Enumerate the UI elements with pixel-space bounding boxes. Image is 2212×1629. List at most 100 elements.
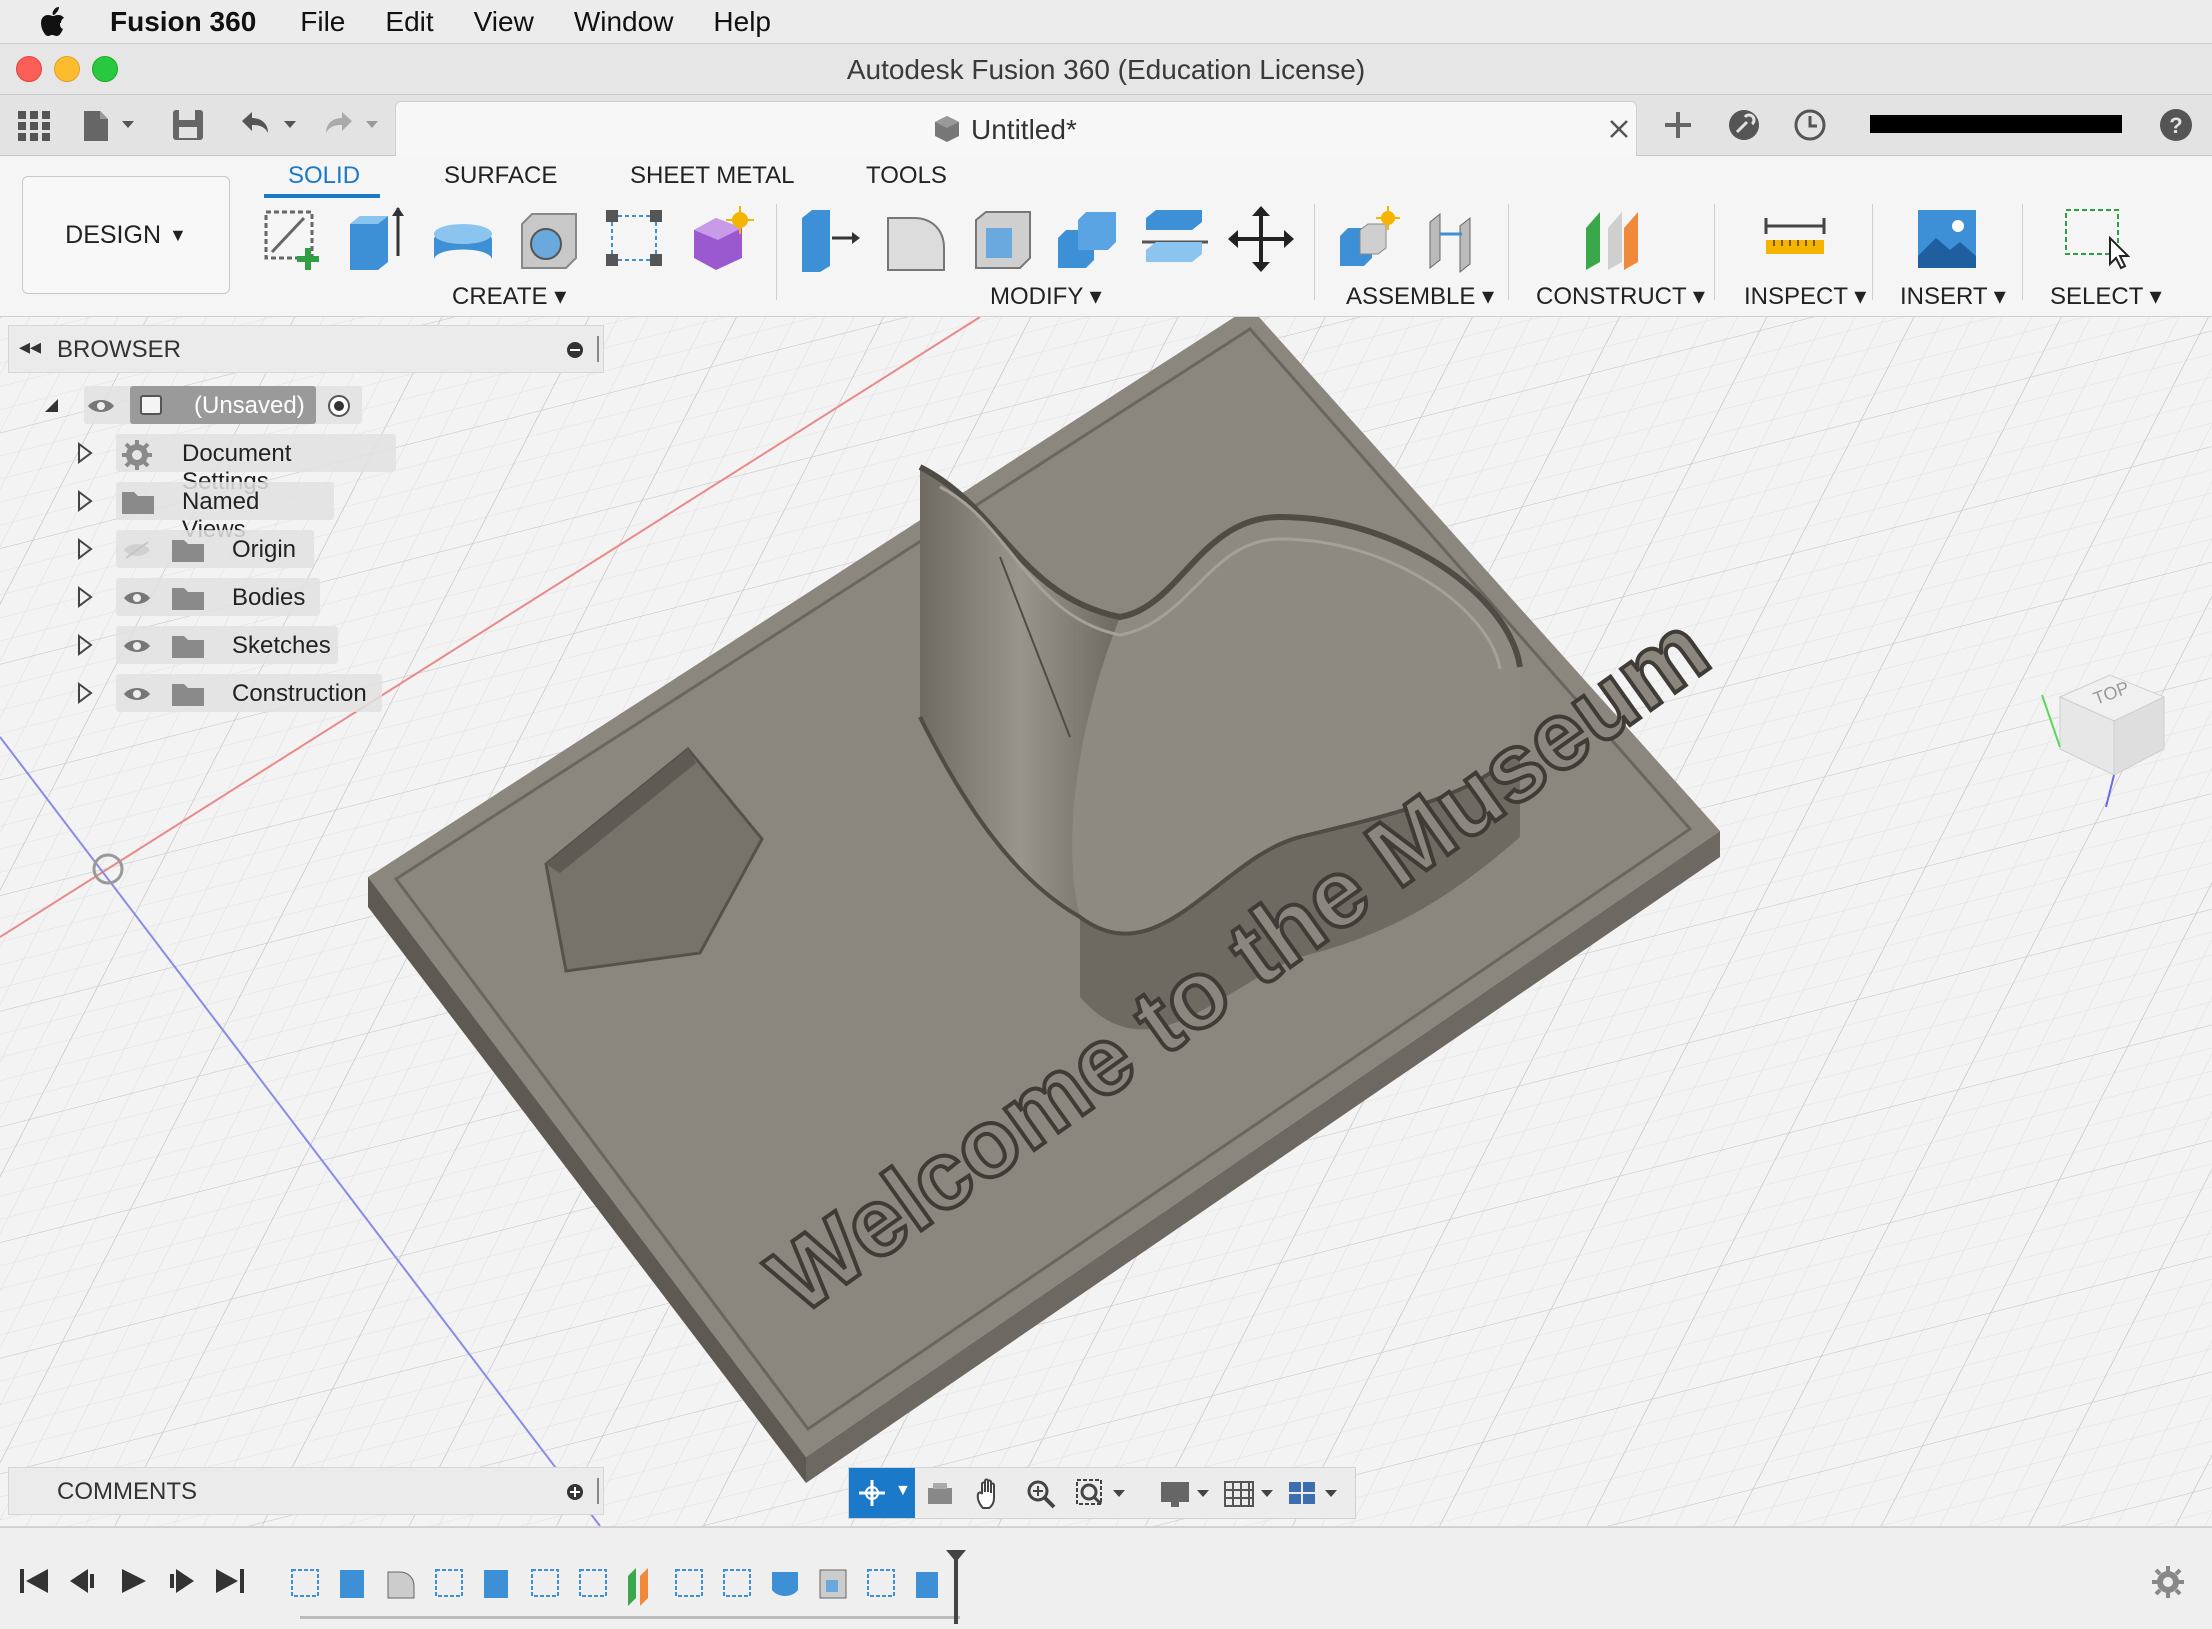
expand-triangle-icon[interactable]: [76, 586, 94, 608]
file-menu-icon[interactable]: [80, 107, 140, 143]
create-sketch-icon[interactable]: [258, 204, 328, 274]
orbit-dropdown-icon[interactable]: ▼: [895, 1482, 911, 1500]
timeline-sketch-icon: [435, 1569, 463, 1597]
insert-group-label[interactable]: INSERT ▾: [1900, 282, 2006, 311]
expand-triangle-icon[interactable]: [76, 634, 94, 656]
expand-triangle-icon[interactable]: [76, 682, 94, 704]
timeline-fillet-icon: [387, 1571, 415, 1599]
apple-logo-icon[interactable]: [40, 6, 66, 37]
menu-app-name[interactable]: Fusion 360: [110, 6, 256, 38]
hole-icon[interactable]: [514, 204, 584, 274]
visibility-eye-icon[interactable]: [122, 684, 152, 704]
fillet-icon[interactable]: [882, 204, 952, 274]
revolve-icon[interactable]: [428, 204, 498, 274]
extrude-icon[interactable]: [342, 204, 412, 274]
offset-plane-icon[interactable]: [1578, 204, 1648, 274]
menu-help[interactable]: Help: [713, 6, 771, 38]
resize-handle[interactable]: [597, 336, 599, 362]
tree-item-sketches[interactable]: Sketches: [232, 632, 331, 660]
go-to-end-icon[interactable]: [214, 1566, 246, 1596]
toolbar-separator: [776, 204, 777, 300]
document-tab-title: Untitled*: [971, 114, 1077, 145]
tree-item-bodies[interactable]: Bodies: [232, 584, 305, 612]
display-settings-icon[interactable]: [1159, 1478, 1215, 1510]
activate-component-icon[interactable]: [326, 393, 352, 419]
expanded-triangle-icon[interactable]: [42, 396, 60, 414]
play-icon[interactable]: [118, 1566, 150, 1596]
select-group-label[interactable]: SELECT ▾: [2050, 282, 2162, 311]
visibility-eye-icon[interactable]: [86, 396, 116, 416]
save-icon[interactable]: [170, 107, 206, 143]
collapse-panel-icon[interactable]: ◂◂: [19, 334, 41, 360]
menu-file[interactable]: File: [300, 6, 345, 38]
inspect-group-label[interactable]: INSPECT ▾: [1744, 282, 1866, 311]
assemble-group-label[interactable]: ASSEMBLE ▾: [1346, 282, 1494, 311]
browser-root-row[interactable]: [42, 385, 60, 425]
tree-item-construction[interactable]: Construction: [232, 680, 367, 708]
job-status-clock-icon[interactable]: [1792, 107, 1828, 143]
tab-surface[interactable]: SURFACE: [444, 162, 557, 190]
pin-panel-icon[interactable]: [565, 340, 585, 360]
timeline-features[interactable]: [288, 1562, 978, 1606]
browser-panel-header[interactable]: ◂◂ BROWSER: [8, 325, 604, 373]
pan-hand-icon[interactable]: [975, 1478, 1005, 1510]
viewports-icon[interactable]: [1287, 1478, 1343, 1510]
create-form-icon[interactable]: [686, 204, 756, 274]
app-grid-icon[interactable]: [16, 107, 52, 143]
go-to-start-icon[interactable]: [18, 1566, 50, 1596]
folder-icon: [172, 588, 204, 610]
mac-menu-bar: Fusion 360 File Edit View Window Help: [0, 0, 2212, 44]
move-copy-icon[interactable]: [1226, 204, 1296, 274]
construct-group-label[interactable]: CONSTRUCT ▾: [1536, 282, 1705, 311]
joint-icon[interactable]: [1420, 204, 1490, 274]
folder-icon: [172, 684, 204, 706]
visibility-eye-icon[interactable]: [122, 588, 152, 608]
fit-zoom-window-icon[interactable]: [1075, 1478, 1131, 1510]
folder-icon: [172, 540, 204, 562]
menu-view[interactable]: View: [474, 6, 534, 38]
new-component-icon[interactable]: [1334, 204, 1404, 274]
expand-triangle-icon[interactable]: [76, 442, 94, 464]
redo-icon[interactable]: [318, 107, 388, 143]
step-forward-icon[interactable]: [166, 1566, 198, 1596]
select-window-icon[interactable]: [2060, 204, 2130, 274]
comments-panel-header[interactable]: COMMENTS: [8, 1467, 604, 1515]
grid-snaps-icon[interactable]: [1223, 1478, 1279, 1510]
resize-handle[interactable]: [597, 1478, 599, 1504]
document-tab[interactable]: Untitled*: [395, 101, 1637, 156]
tab-solid[interactable]: SOLID: [288, 162, 360, 190]
timeline-marker[interactable]: [944, 1548, 968, 1626]
new-tab-plus-icon[interactable]: [1660, 107, 1696, 143]
timeline-settings-gear-icon[interactable]: [2150, 1564, 2186, 1600]
measure-icon[interactable]: [1760, 204, 1830, 274]
split-body-icon[interactable]: [1140, 204, 1210, 274]
press-pull-icon[interactable]: [796, 204, 866, 274]
expand-triangle-icon[interactable]: [76, 538, 94, 560]
add-comment-icon[interactable]: [565, 1482, 585, 1502]
expand-triangle-icon[interactable]: [76, 490, 94, 512]
close-tab-icon[interactable]: [1608, 118, 1630, 140]
insert-image-icon[interactable]: [1912, 204, 1982, 274]
combine-icon[interactable]: [1054, 204, 1124, 274]
tab-tools[interactable]: TOOLS: [866, 162, 947, 190]
visibility-eye-icon[interactable]: [122, 636, 152, 656]
menu-edit[interactable]: Edit: [385, 6, 433, 38]
rectangular-pattern-icon[interactable]: [600, 204, 670, 274]
undo-icon[interactable]: [236, 107, 306, 143]
tree-item-origin[interactable]: Origin: [232, 536, 296, 564]
step-back-icon[interactable]: [66, 1566, 98, 1596]
tab-sheet-metal[interactable]: SHEET METAL: [630, 162, 794, 190]
zoom-icon[interactable]: [1025, 1478, 1057, 1510]
shell-icon[interactable]: [968, 204, 1038, 274]
hidden-eye-icon[interactable]: [122, 540, 152, 560]
create-group-label[interactable]: CREATE ▾: [452, 282, 566, 311]
modify-group-label[interactable]: MODIFY ▾: [990, 282, 1102, 311]
orbit-button[interactable]: ▼: [849, 1468, 915, 1518]
help-icon[interactable]: ?: [2158, 107, 2194, 143]
look-at-icon[interactable]: [925, 1480, 955, 1508]
browser-root-label[interactable]: (Unsaved): [194, 392, 305, 420]
workspace-switcher-button[interactable]: DESIGN ▼: [22, 176, 230, 294]
menu-window[interactable]: Window: [574, 6, 674, 38]
extensions-icon[interactable]: [1726, 107, 1762, 143]
redacted-user-name[interactable]: [1870, 115, 2122, 133]
